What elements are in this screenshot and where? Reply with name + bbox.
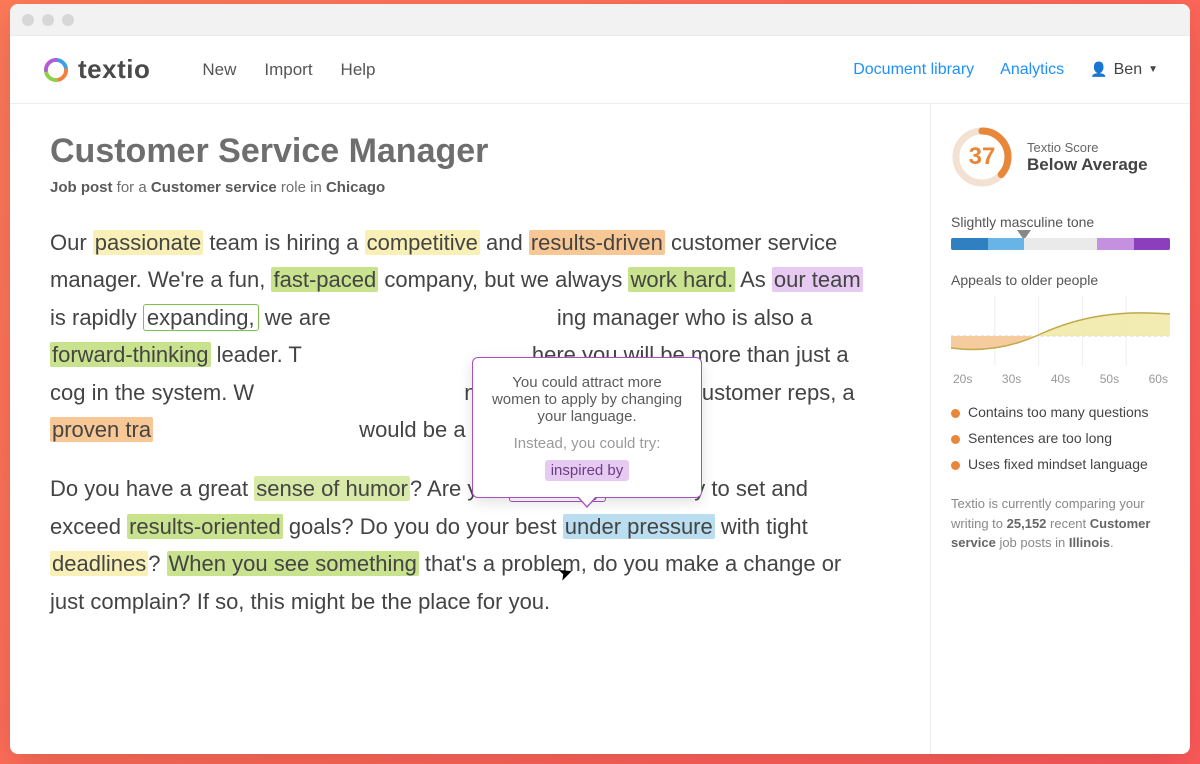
text: As <box>735 267 772 292</box>
paragraph-2: Do you have a great sense of humor? Are … <box>50 470 870 620</box>
text: we are <box>259 305 331 330</box>
issues-list: Contains too many questions Sentences ar… <box>951 404 1170 472</box>
issue-text: Contains too many questions <box>968 404 1149 420</box>
text: and <box>480 230 529 255</box>
hl-when-you-see[interactable]: When you see something <box>167 551 419 576</box>
issue-item[interactable]: Sentences are too long <box>951 430 1170 446</box>
nav-links: New Import Help <box>202 60 375 80</box>
hl-competitive[interactable]: competitive <box>365 230 480 255</box>
suggestion-tooltip: You could attract more women to apply by… <box>472 357 702 498</box>
score-number: 37 <box>951 126 1013 188</box>
hl-deadlines[interactable]: deadlines <box>50 551 148 576</box>
subtitle-rolein: role in <box>277 179 326 196</box>
age-chart <box>951 296 1170 366</box>
traffic-light-zoom[interactable] <box>62 14 74 26</box>
traffic-light-minimize[interactable] <box>42 14 54 26</box>
note-state: Illinois <box>1069 535 1110 550</box>
tooltip-message: You could attract more women to apply by… <box>487 374 687 425</box>
text: Do you have a great <box>50 476 254 501</box>
age-bucket: 40s <box>1051 372 1070 386</box>
traffic-light-close[interactable] <box>22 14 34 26</box>
hl-our-team[interactable]: our team <box>772 267 863 292</box>
brand-logo[interactable]: textio <box>42 54 150 85</box>
tone-label: Slightly masculine tone <box>951 214 1170 230</box>
chevron-down-icon: ▼ <box>1148 64 1158 75</box>
text: is rapidly <box>50 305 143 330</box>
mac-titlebar <box>10 4 1190 36</box>
editor-pane[interactable]: Customer Service Manager Job post for a … <box>10 104 930 754</box>
hl-expanding[interactable]: expanding, <box>143 304 259 331</box>
tooltip-suggestion[interactable]: inspired by <box>545 460 630 481</box>
hl-sense-of-humor[interactable]: sense of humor <box>254 476 410 501</box>
right-nav: Document library Analytics 👤 Ben ▼ <box>853 61 1158 79</box>
paragraph-1: Our passionate team is hiring a competit… <box>50 224 870 448</box>
document-body[interactable]: Our passionate team is hiring a competit… <box>50 224 870 620</box>
page-title: Customer Service Manager <box>50 132 890 171</box>
comparison-note: Textio is currently comparing your writi… <box>951 494 1170 553</box>
hl-forward-thinking[interactable]: forward-thinking <box>50 342 211 367</box>
body: Customer Service Manager Job post for a … <box>10 104 1190 754</box>
age-bucket: 50s <box>1100 372 1119 386</box>
note-text: . <box>1110 535 1114 550</box>
age-bucket: 30s <box>1002 372 1021 386</box>
text: ing manager who is also a <box>557 305 813 330</box>
sidebar: 37 Textio Score Below Average Slightly m… <box>930 104 1190 754</box>
hl-proven-track[interactable]: proven tra <box>50 417 153 442</box>
hl-fast-paced[interactable]: fast-paced <box>271 267 378 292</box>
text: ? <box>148 551 166 576</box>
age-bucket: 20s <box>953 372 972 386</box>
issue-item[interactable]: Uses fixed mindset language <box>951 456 1170 472</box>
subtitle-role: Customer service <box>151 179 277 196</box>
score-box: 37 Textio Score Below Average <box>951 126 1170 188</box>
text: with tight <box>715 514 808 539</box>
nav-new[interactable]: New <box>202 60 236 80</box>
text: company, but we always <box>378 267 628 292</box>
age-label: Appeals to older people <box>951 272 1170 288</box>
page-subtitle: Job post for a Customer service role in … <box>50 179 890 196</box>
text: Our <box>50 230 93 255</box>
hl-results-oriented[interactable]: results-oriented <box>127 514 283 539</box>
score-label: Textio Score <box>1027 140 1148 155</box>
nav-analytics[interactable]: Analytics <box>1000 61 1064 79</box>
text: leader. T <box>211 342 302 367</box>
subtitle-for: for a <box>113 179 151 196</box>
text: customer reps, a <box>685 380 855 405</box>
hl-passionate[interactable]: passionate <box>93 230 203 255</box>
nav-help[interactable]: Help <box>341 60 376 80</box>
age-axis-labels: 20s 30s 40s 50s 60s <box>951 372 1170 386</box>
toolbar: textio New Import Help Document library … <box>10 36 1190 104</box>
text: goals? Do you do your best <box>283 514 563 539</box>
tone-meter <box>951 238 1170 250</box>
user-icon: 👤 <box>1090 61 1107 78</box>
note-text: recent <box>1046 516 1089 531</box>
note-text: job posts in <box>996 535 1069 550</box>
score-rating: Below Average <box>1027 155 1148 175</box>
issue-item[interactable]: Contains too many questions <box>951 404 1170 420</box>
subtitle-city: Chicago <box>326 179 385 196</box>
hl-results-driven[interactable]: results-driven <box>529 230 665 255</box>
score-ring: 37 <box>951 126 1013 188</box>
logo-ring-icon <box>42 56 70 84</box>
age-bucket: 60s <box>1149 372 1168 386</box>
hl-under-pressure[interactable]: under pressure <box>563 514 715 539</box>
hl-work-hard[interactable]: work hard. <box>628 267 735 292</box>
issue-text: Sentences are too long <box>968 430 1112 446</box>
tooltip-try-label: Instead, you could try: <box>487 435 687 452</box>
user-menu[interactable]: 👤 Ben ▼ <box>1090 61 1158 79</box>
user-name: Ben <box>1114 61 1142 79</box>
nav-document-library[interactable]: Document library <box>853 61 974 79</box>
text: team is hiring a <box>203 230 364 255</box>
brand-name: textio <box>78 54 150 85</box>
note-count: 25,152 <box>1007 516 1047 531</box>
app-window: textio New Import Help Document library … <box>10 4 1190 754</box>
subtitle-prefix: Job post <box>50 179 113 196</box>
nav-import[interactable]: Import <box>264 60 312 80</box>
issue-text: Uses fixed mindset language <box>968 456 1148 472</box>
